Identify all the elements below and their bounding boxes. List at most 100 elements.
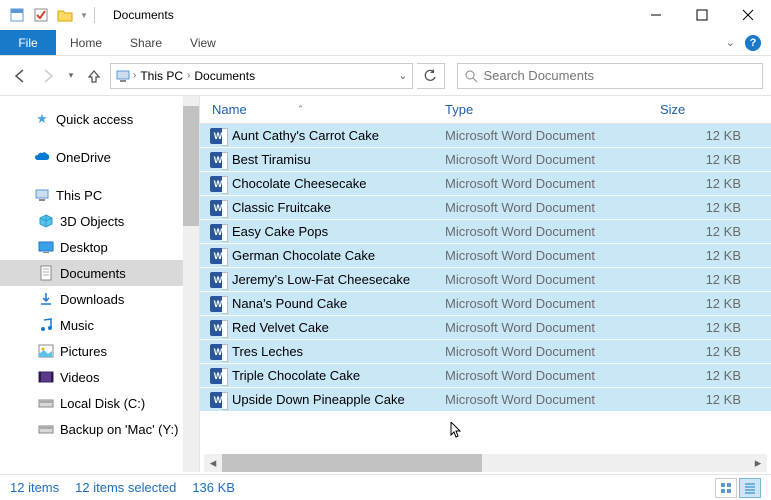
maximize-button[interactable]	[679, 0, 725, 30]
file-name: Red Velvet Cake	[232, 320, 329, 335]
file-row[interactable]: WUpside Down Pineapple CakeMicrosoft Wor…	[200, 388, 771, 412]
address-dropdown-icon[interactable]: ⌄	[398, 69, 407, 82]
chevron-right-icon[interactable]: ›	[133, 70, 136, 81]
horizontal-scrollbar[interactable]: ◂ ▸	[204, 454, 767, 472]
chevron-right-icon[interactable]: ›	[187, 70, 190, 81]
file-tab[interactable]: File	[0, 30, 56, 55]
file-type: Microsoft Word Document	[445, 248, 660, 263]
file-row[interactable]: W German Chocolate Cake Microsoft Word Doc…	[200, 244, 771, 268]
column-size[interactable]: Size	[660, 102, 771, 117]
navigation-pane: ★ Quick access OneDrive This PC 3D Objec…	[0, 96, 200, 472]
file-size: 12 KB	[660, 128, 771, 143]
file-name: German Chocolate Cake	[232, 248, 375, 263]
qat-properties-icon[interactable]	[6, 4, 28, 26]
file-type: Microsoft Word Document	[445, 128, 660, 143]
nav-row: ▾ › This PC › Documents ⌄ Search Documen…	[0, 56, 771, 96]
help-icon[interactable]: ?	[745, 35, 761, 51]
refresh-button[interactable]	[417, 63, 445, 89]
tree-item-videos[interactable]: Videos	[0, 364, 199, 390]
file-row[interactable]: WBest TiramisuMicrosoft Word Document12 …	[200, 148, 771, 172]
quick-access-toolbar: ▼	[6, 4, 90, 26]
sidebar-scrollbar[interactable]	[183, 96, 199, 472]
file-name: Classic Fruitcake	[232, 200, 331, 215]
word-document-icon: W	[210, 296, 226, 312]
folder-icon	[38, 343, 54, 359]
qat-folder-icon[interactable]	[54, 4, 76, 26]
file-row[interactable]: WChocolate CheesecakeMicrosoft Word Docu…	[200, 172, 771, 196]
tree-item-downloads[interactable]: Downloads	[0, 286, 199, 312]
view-large-icons-button[interactable]	[715, 478, 737, 498]
recent-dropdown-icon[interactable]: ▾	[64, 60, 78, 92]
forward-button[interactable]	[36, 60, 60, 92]
scroll-right-icon[interactable]: ▸	[749, 454, 767, 472]
back-button[interactable]	[8, 60, 32, 92]
folder-icon	[38, 369, 54, 385]
file-row[interactable]: WJeremy's Low-Fat CheesecakeMicrosoft Wo…	[200, 268, 771, 292]
breadcrumb-root[interactable]: This PC	[138, 69, 185, 83]
view-details-button[interactable]	[739, 478, 761, 498]
tree-item-pictures[interactable]: Pictures	[0, 338, 199, 364]
word-document-icon: W	[210, 200, 226, 216]
file-name: Tres Leches	[232, 344, 303, 359]
tree-label: Music	[60, 318, 94, 333]
folder-icon	[38, 265, 54, 281]
tree-this-pc[interactable]: This PC	[0, 182, 199, 208]
address-bar[interactable]: › This PC › Documents ⌄	[110, 63, 413, 89]
tab-view[interactable]: View	[176, 30, 230, 55]
tab-share[interactable]: Share	[116, 30, 176, 55]
file-row[interactable]: WTriple Chocolate CakeMicrosoft Word Doc…	[200, 364, 771, 388]
tree-item-desktop[interactable]: Desktop	[0, 234, 199, 260]
search-input[interactable]: Search Documents	[457, 63, 764, 89]
breadcrumb-current[interactable]: Documents	[192, 69, 257, 83]
tree-item-documents[interactable]: Documents	[0, 260, 199, 286]
tree-label: 3D Objects	[60, 214, 124, 229]
file-size: 12 KB	[660, 224, 771, 239]
qat-dropdown-icon[interactable]: ▼	[78, 4, 90, 26]
file-row[interactable]: WClassic FruitcakeMicrosoft Word Documen…	[200, 196, 771, 220]
tree-label: Desktop	[60, 240, 108, 255]
expand-ribbon-icon[interactable]: ⌄	[726, 36, 735, 49]
close-button[interactable]	[725, 0, 771, 30]
file-size: 12 KB	[660, 200, 771, 215]
pc-icon	[34, 187, 50, 203]
file-row[interactable]: WAunt Cathy's Carrot CakeMicrosoft Word …	[200, 124, 771, 148]
tree-item-backup-on-mac-y-[interactable]: Backup on 'Mac' (Y:)	[0, 416, 199, 442]
tree-item-3d-objects[interactable]: 3D Objects	[0, 208, 199, 234]
column-headers: Name⌃ Type Size	[200, 96, 771, 124]
word-document-icon: W	[210, 248, 226, 264]
status-selected: 12 items selected	[75, 480, 176, 495]
tree-item-local-disk-c-[interactable]: Local Disk (C:)	[0, 390, 199, 416]
file-type: Microsoft Word Document	[445, 320, 660, 335]
word-document-icon: W	[210, 128, 226, 144]
cloud-icon	[34, 149, 50, 165]
file-name: Upside Down Pineapple Cake	[232, 392, 405, 407]
window-title: Documents	[113, 8, 174, 22]
file-rows: WAunt Cathy's Carrot CakeMicrosoft Word …	[200, 124, 771, 448]
file-row[interactable]: WRed Velvet CakeMicrosoft Word Document1…	[200, 316, 771, 340]
tree-onedrive[interactable]: OneDrive	[0, 144, 199, 170]
scrollbar-thumb[interactable]	[183, 106, 199, 226]
file-size: 12 KB	[660, 176, 771, 191]
window-controls	[633, 0, 771, 30]
column-name[interactable]: Name⌃	[200, 102, 445, 117]
minimize-button[interactable]	[633, 0, 679, 30]
tab-home[interactable]: Home	[56, 30, 116, 55]
file-name: Nana's Pound Cake	[232, 296, 347, 311]
title-bar: ▼ Documents	[0, 0, 771, 30]
folder-icon	[38, 421, 54, 437]
file-size: 12 KB	[660, 368, 771, 383]
tree-label: Videos	[60, 370, 100, 385]
column-type[interactable]: Type	[445, 102, 660, 117]
scrollbar-thumb[interactable]	[222, 454, 482, 472]
up-button[interactable]	[82, 60, 106, 92]
file-row[interactable]: WEasy Cake PopsMicrosoft Word Document12…	[200, 220, 771, 244]
file-size: 12 KB	[660, 248, 771, 263]
qat-checkbox-icon[interactable]	[30, 4, 52, 26]
tree-quick-access[interactable]: ★ Quick access	[0, 106, 199, 132]
search-icon	[464, 69, 478, 83]
scroll-left-icon[interactable]: ◂	[204, 454, 222, 472]
word-document-icon: W	[210, 344, 226, 360]
tree-item-music[interactable]: Music	[0, 312, 199, 338]
file-row[interactable]: WNana's Pound CakeMicrosoft Word Documen…	[200, 292, 771, 316]
file-row[interactable]: WTres LechesMicrosoft Word Document12 KB	[200, 340, 771, 364]
